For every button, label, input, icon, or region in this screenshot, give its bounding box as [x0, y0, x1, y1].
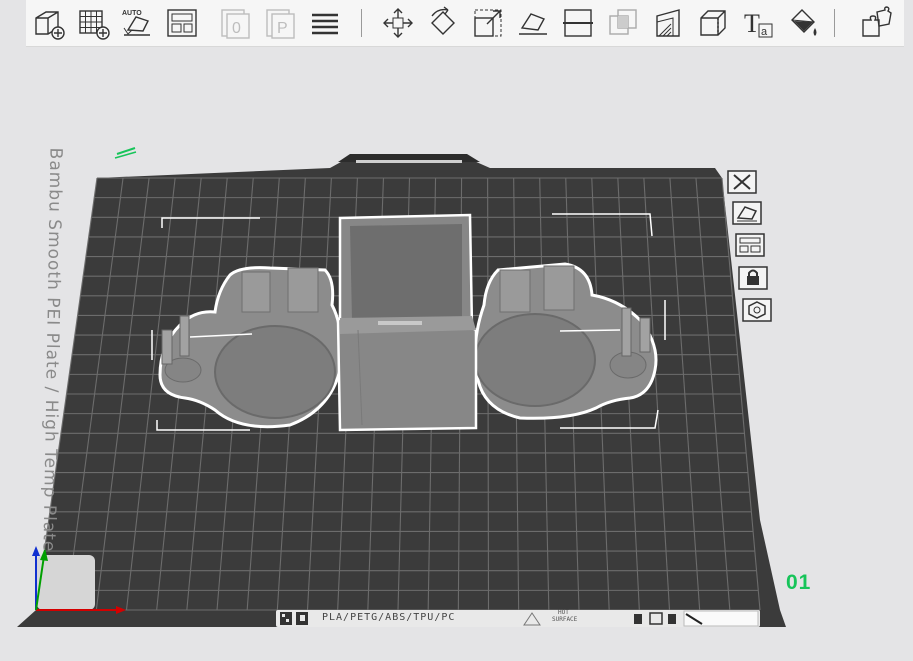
plate-materials-text: PLA/PETG/ABS/TPU/PC	[322, 612, 456, 623]
plate-settings-button[interactable]	[742, 298, 772, 322]
arrange-icon	[167, 9, 197, 37]
layers-icon	[312, 13, 338, 35]
move-icon	[383, 8, 413, 38]
rotate-button[interactable]	[426, 6, 460, 40]
rotate-icon	[431, 6, 455, 35]
svg-text:P: P	[277, 20, 288, 37]
support-painting-button[interactable]	[651, 6, 685, 40]
add-plate-button[interactable]	[77, 6, 111, 40]
color-paint-icon	[791, 9, 817, 36]
lock-plate-button[interactable]	[738, 266, 768, 290]
cut-icon	[563, 9, 593, 37]
hot-surface-line2: SURFACE	[552, 616, 578, 623]
close-plate-button[interactable]	[727, 170, 757, 194]
settings-icon	[742, 298, 772, 322]
close-icon	[727, 170, 757, 194]
arrange-button[interactable]	[165, 6, 199, 40]
scale-icon	[474, 9, 502, 37]
scale-button[interactable]	[471, 6, 505, 40]
arrange-plate-icon	[735, 233, 765, 257]
hot-surface-line1: HOT	[558, 609, 569, 616]
auto-orient-icon: AUTO	[122, 10, 150, 36]
lay-on-face-icon	[519, 13, 547, 35]
auto-orient-button[interactable]: AUTO	[120, 6, 154, 40]
main-toolbar: AUTO 0 P Ta	[26, 0, 904, 47]
boolean-icon	[609, 9, 637, 35]
toolbar-separator	[361, 9, 362, 37]
plate-index: 01	[786, 571, 812, 594]
add-plate-icon	[79, 10, 110, 40]
origin-patch	[37, 555, 95, 610]
lock-icon	[738, 266, 768, 290]
support-paint-icon	[656, 9, 680, 37]
build-plate-viewport[interactable]	[0, 0, 913, 661]
variable-layer-height-button[interactable]	[308, 6, 342, 40]
split-parts-icon: P	[266, 9, 295, 39]
mesh-boolean-button[interactable]	[606, 6, 640, 40]
rename-plate-icon[interactable]	[114, 147, 137, 159]
orient-plate-icon	[732, 201, 762, 225]
color-painting-button[interactable]	[786, 6, 820, 40]
split-objects-button[interactable]: 0	[219, 6, 253, 40]
assembly-icon	[862, 6, 892, 37]
seam-paint-icon	[700, 10, 726, 36]
add-object-button[interactable]	[32, 6, 66, 40]
add-object-icon	[35, 11, 65, 40]
svg-text:0: 0	[232, 20, 241, 37]
split-parts-button[interactable]: P	[264, 6, 298, 40]
split-objects-icon: 0	[221, 9, 250, 39]
hot-surface-warning: HOT SURFACE	[552, 609, 577, 623]
move-button[interactable]	[381, 6, 415, 40]
text-shape-button[interactable]: Ta	[741, 6, 775, 40]
svg-text:AUTO: AUTO	[122, 10, 142, 17]
assembly-view-button[interactable]	[859, 6, 893, 40]
toolbar-separator	[834, 9, 835, 37]
orient-plate-button[interactable]	[732, 201, 762, 225]
svg-text:a: a	[761, 26, 768, 38]
cut-button[interactable]	[561, 6, 595, 40]
arrange-plate-button[interactable]	[735, 233, 765, 257]
center-box[interactable]	[336, 213, 478, 432]
text-icon: Ta	[744, 9, 773, 38]
svg-text:T: T	[744, 9, 760, 38]
lay-on-face-button[interactable]	[516, 6, 550, 40]
seam-painting-button[interactable]	[696, 6, 730, 40]
